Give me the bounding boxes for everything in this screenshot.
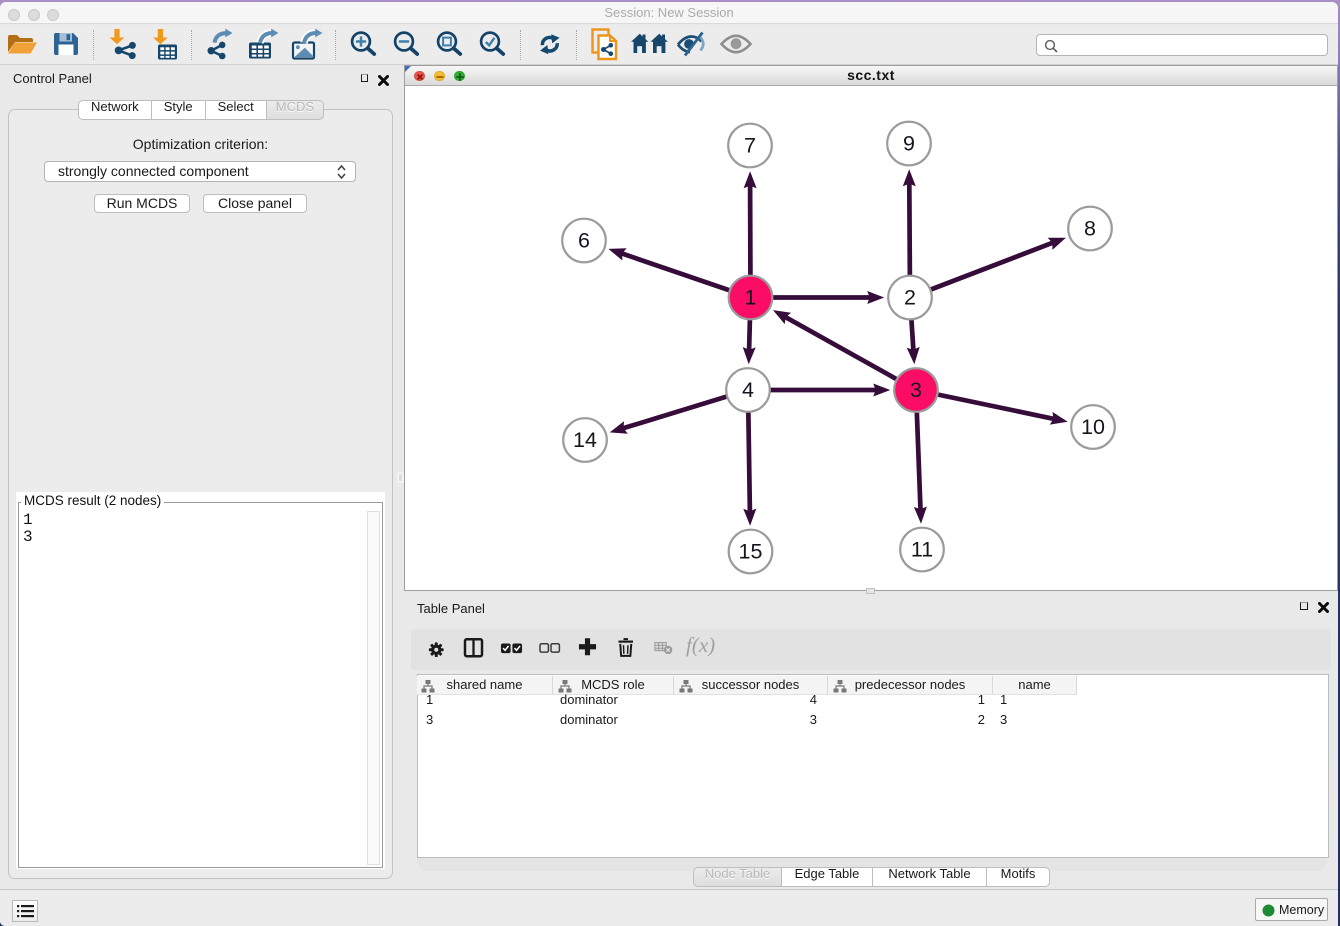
svg-text:7: 7 [744,133,756,157]
svg-text:10: 10 [1081,415,1105,439]
svg-text:2: 2 [904,285,916,309]
svg-text:6: 6 [578,228,590,252]
svg-text:14: 14 [573,428,597,452]
svg-text:8: 8 [1084,216,1096,240]
svg-text:9: 9 [903,131,915,155]
svg-text:11: 11 [911,537,933,561]
svg-text:3: 3 [910,378,922,402]
svg-text:1: 1 [745,285,757,309]
svg-text:15: 15 [739,539,763,563]
svg-text:4: 4 [742,378,754,402]
